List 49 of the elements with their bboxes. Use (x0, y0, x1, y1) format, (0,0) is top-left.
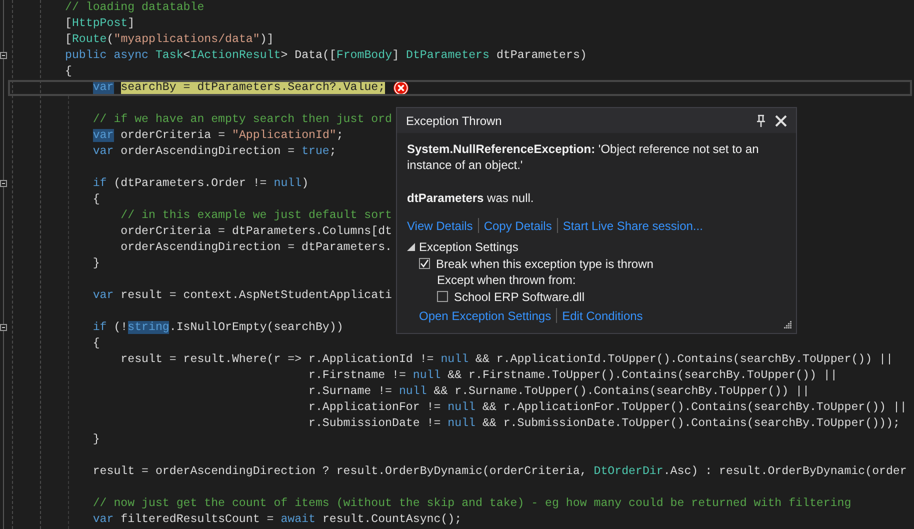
link[interactable]: Start Live Share session... (562, 218, 703, 232)
link[interactable]: View Details (407, 218, 473, 232)
code-line: var searchBy = dtParameters.Search?.Value; (92, 80, 386, 96)
link[interactable]: Open Exception Settings (419, 308, 552, 322)
code-line: var orderAscendingDirection = true; (92, 144, 336, 160)
code-line: public async Task<IActionResult> Data([FromBody] DtParameters dtParameters) (65, 48, 587, 64)
code-line: // if we have an empty search then just ord (92, 112, 392, 128)
code-line: var filteredResultsCount = await result.CountAsync(); (92, 512, 462, 528)
code-line: orderCriteria = dtParameters.Columns[dt (120, 224, 392, 240)
checkbox-label: Break when this exception type is thrown (436, 256, 654, 270)
checkbox[interactable] (419, 258, 430, 269)
code-line: // in this example we just default sort (120, 208, 392, 224)
settings-heading: Exception Settings (419, 240, 518, 254)
checkbox[interactable] (437, 291, 448, 302)
code-line: r.ApplicationFor != null && r.ApplicationFor.ToUpper().Contains(searchBy.ToUpper()) || (308, 400, 907, 416)
code-line: result = orderAscendingDirection ? result.OrderByDynamic(orderCriteria, DtOrderDir.Asc) : result.OrderByDynamic(order (92, 464, 907, 480)
code-line: result = result.Where(r => r.ApplicationId != null && r.ApplicationId.ToUpper().Contains(searchBy.ToUpper()) || (120, 352, 893, 368)
code-line: r.SubmissionDate != null && r.SubmissionDate.ToUpper().Contains(searchBy.ToUpper())); (308, 416, 900, 432)
checkbox-label: School ERP Software.dll (454, 290, 585, 304)
code-line: // loading datatable (65, 0, 204, 16)
code-line: if (!string.IsNullOrEmpty(searchBy)) (92, 320, 344, 336)
popup-title: Exception Thrown (406, 114, 503, 128)
collapse-icon[interactable] (0, 324, 7, 331)
collapse-icon[interactable] (0, 180, 7, 187)
code-line: // now just get the count of items (without the skip and take) - eg how many could be returned with filtering (92, 496, 852, 512)
code-line: } (92, 256, 100, 272)
code-line: [HttpPost] (65, 16, 135, 32)
code-line: { (65, 64, 72, 80)
expanded-triangle-icon[interactable] (407, 243, 415, 251)
code-line: var result = context.AspNetStudentApplicati (92, 288, 392, 304)
pin-icon[interactable] (754, 114, 768, 128)
except-label: Except when thrown from: (437, 272, 577, 288)
close-icon[interactable] (774, 114, 788, 128)
code-line: var orderCriteria = "ApplicationId"; (92, 128, 344, 144)
code-line: [Route("myapplications/data")] (65, 32, 274, 48)
error-icon (393, 80, 410, 96)
link[interactable]: Edit Conditions (562, 308, 643, 322)
resize-grip-icon[interactable] (783, 320, 792, 329)
collapse-icon[interactable] (0, 52, 7, 59)
exception-message: System.NullReferenceException: 'Object reference not set to an instance of an object.' (407, 141, 760, 173)
code-line: { (92, 336, 100, 352)
exception-detail: dtParameters was null. (407, 190, 535, 206)
code-line: r.Firstname != null && r.Firstname.ToUpper().Contains(searchBy.ToUpper()) || (308, 368, 838, 384)
code-line: r.Surname != null && r.Surname.ToUpper().Contains(searchBy.ToUpper()) || (308, 384, 810, 400)
code-line: { (92, 192, 100, 208)
code-line: orderAscendingDirection = dtParameters. (120, 240, 392, 256)
code-line: } (92, 432, 100, 448)
code-line: if (dtParameters.Order != null) (92, 176, 309, 192)
link[interactable]: Copy Details (484, 218, 552, 232)
